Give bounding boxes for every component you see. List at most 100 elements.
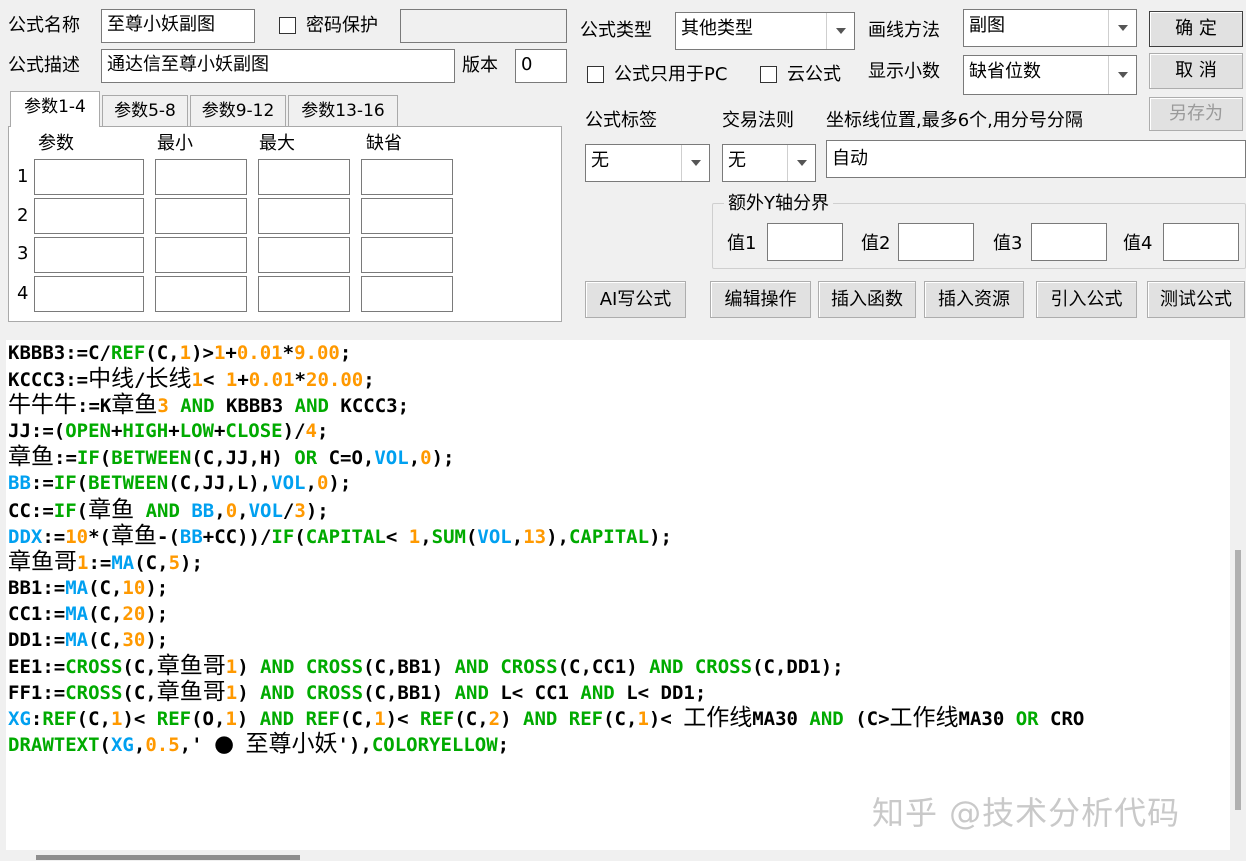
ok-button[interactable]: 确 定 bbox=[1149, 11, 1243, 47]
tab-params-9-12[interactable]: 参数9-12 bbox=[190, 95, 286, 127]
code-line: 章鱼哥1:=MA(C,5); bbox=[8, 549, 1084, 575]
decimals-label: 显示小数 bbox=[868, 61, 940, 82]
insert-resource-button[interactable]: 插入资源 bbox=[924, 281, 1024, 318]
cloud-checkbox[interactable] bbox=[760, 66, 777, 83]
horizontal-scrollbar[interactable] bbox=[0, 850, 1232, 861]
param-header-name: 参数 bbox=[38, 133, 74, 154]
tab-params-5-8[interactable]: 参数5-8 bbox=[102, 95, 188, 127]
formula-desc-input[interactable]: 通达信至尊小妖副图 bbox=[101, 49, 455, 83]
value2-label: 值2 bbox=[861, 233, 891, 254]
code-line-text: DRAWTEXT(XG,0.5,' ● 至尊小妖'),COLORYELLOW; bbox=[8, 731, 510, 758]
formula-tag-label: 公式标签 bbox=[585, 110, 657, 131]
param-default-input[interactable] bbox=[361, 237, 453, 273]
formula-type-value: 其他类型 bbox=[681, 18, 753, 39]
ai-write-formula-button[interactable]: AI写公式 bbox=[585, 281, 686, 318]
value2-input[interactable] bbox=[898, 223, 974, 261]
code-line: DRAWTEXT(XG,0.5,' ● 至尊小妖'),COLORYELLOW; bbox=[8, 731, 1084, 757]
param-default-input[interactable] bbox=[361, 276, 453, 312]
code-line-text: EE1:=CROSS(C,章鱼哥1) AND CROSS(C,BB1) AND … bbox=[8, 653, 844, 680]
trade-rule-select[interactable]: 无 bbox=[722, 144, 816, 182]
code-line-text: KBBB3:=C/REF(C,1)>1+0.01*9.00; bbox=[8, 342, 352, 364]
trade-rule-label: 交易法则 bbox=[722, 110, 794, 131]
code-line: 章鱼:=IF(BETWEEN(C,JJ,H) OR C=O,VOL,0); bbox=[8, 444, 1084, 470]
draw-method-select[interactable]: 副图 bbox=[963, 9, 1137, 47]
param-max-input[interactable] bbox=[258, 198, 350, 234]
param-name-input[interactable] bbox=[34, 198, 144, 234]
version-label: 版本 bbox=[462, 55, 498, 76]
param-header-default: 缺省 bbox=[366, 133, 402, 154]
chevron-down-icon[interactable] bbox=[787, 145, 815, 181]
draw-method-label: 画线方法 bbox=[868, 20, 940, 41]
param-name-input[interactable] bbox=[34, 159, 144, 195]
vertical-scrollbar-thumb[interactable] bbox=[1235, 550, 1241, 810]
code-line: CC:=IF(章鱼 AND BB,0,VOL/3); bbox=[8, 497, 1084, 523]
code-line-text: DDX:=10*(章鱼-(BB+CC))/IF(CAPITAL< 1,SUM(V… bbox=[8, 522, 672, 549]
formula-type-select[interactable]: 其他类型 bbox=[675, 12, 855, 50]
decimals-value: 缺省位数 bbox=[969, 61, 1041, 82]
value3-input[interactable] bbox=[1031, 223, 1107, 261]
value3-label: 值3 bbox=[993, 233, 1023, 254]
formula-name-input[interactable]: 至尊小妖副图 bbox=[101, 9, 255, 43]
code-line: CC1:=MA(C,20); bbox=[8, 601, 1084, 627]
code-line-text: 章鱼哥1:=MA(C,5); bbox=[8, 548, 203, 575]
cancel-button[interactable]: 取 消 bbox=[1149, 53, 1243, 89]
param-default-input[interactable] bbox=[361, 159, 453, 195]
param-header-max: 最大 bbox=[259, 133, 295, 154]
draw-method-value: 副图 bbox=[969, 15, 1005, 36]
pc-only-checkbox[interactable] bbox=[587, 66, 604, 83]
watermark: 知乎 @技术分析代码 bbox=[872, 794, 1181, 832]
param-min-input[interactable] bbox=[155, 276, 247, 312]
code-line: JJ:=(OPEN+HIGH+LOW+CLOSE)/4; bbox=[8, 418, 1084, 444]
code-line: BB1:=MA(C,10); bbox=[8, 575, 1084, 601]
chevron-down-icon[interactable] bbox=[1108, 10, 1136, 46]
chevron-down-icon[interactable] bbox=[1108, 56, 1136, 94]
param-row-index: 2 bbox=[17, 205, 29, 226]
param-default-input[interactable] bbox=[361, 198, 453, 234]
password-input[interactable] bbox=[400, 9, 567, 43]
chevron-down-icon[interactable] bbox=[826, 13, 854, 49]
test-formula-button[interactable]: 测试公式 bbox=[1147, 281, 1245, 318]
value4-input[interactable] bbox=[1163, 223, 1239, 261]
horizontal-scrollbar-thumb[interactable] bbox=[36, 855, 300, 860]
formula-type-label: 公式类型 bbox=[580, 20, 652, 41]
code-line-text: 牛牛牛:=K章鱼3 AND KBBB3 AND KCCC3; bbox=[8, 392, 410, 419]
code-text: KBBB3:=C/REF(C,1)>1+0.01*9.00; KCCC3:=中线/… bbox=[8, 340, 1084, 758]
tab-params-13-16[interactable]: 参数13-16 bbox=[288, 95, 398, 127]
param-max-input[interactable] bbox=[258, 276, 350, 312]
param-name-input[interactable] bbox=[34, 237, 144, 273]
version-input[interactable]: 0 bbox=[515, 49, 567, 83]
param-max-input[interactable] bbox=[258, 237, 350, 273]
code-line: FF1:=CROSS(C,章鱼哥1) AND CROSS(C,BB1) AND … bbox=[8, 679, 1084, 705]
edit-operation-button[interactable]: 编辑操作 bbox=[710, 281, 811, 318]
password-label: 密码保护 bbox=[306, 15, 378, 36]
code-line: BB:=IF(BETWEEN(C,JJ,L),VOL,0); bbox=[8, 470, 1084, 496]
password-checkbox[interactable] bbox=[279, 17, 296, 34]
param-row-index: 3 bbox=[17, 243, 29, 264]
chevron-down-icon[interactable] bbox=[681, 145, 709, 181]
value1-input[interactable] bbox=[767, 223, 843, 261]
param-min-input[interactable] bbox=[155, 198, 247, 234]
import-formula-button[interactable]: 引入公式 bbox=[1036, 281, 1137, 318]
save-as-button[interactable]: 另存为 bbox=[1149, 97, 1243, 131]
value1-label: 值1 bbox=[727, 233, 757, 254]
param-row-index: 4 bbox=[17, 283, 29, 304]
formula-desc-label: 公式描述 bbox=[8, 55, 80, 76]
param-row-index: 1 bbox=[17, 166, 29, 187]
insert-function-button[interactable]: 插入函数 bbox=[818, 281, 916, 318]
param-min-input[interactable] bbox=[155, 237, 247, 273]
code-line-text: DD1:=MA(C,30); bbox=[8, 629, 169, 652]
param-min-input[interactable] bbox=[155, 159, 247, 195]
code-line: DD1:=MA(C,30); bbox=[8, 627, 1084, 653]
vertical-scrollbar[interactable] bbox=[1232, 340, 1246, 861]
formula-tag-select[interactable]: 无 bbox=[585, 144, 710, 182]
param-name-input[interactable] bbox=[34, 276, 144, 312]
code-line: DDX:=10*(章鱼-(BB+CC))/IF(CAPITAL< 1,SUM(V… bbox=[8, 523, 1084, 549]
code-line-text: KCCC3:=中线/长线1< 1+0.01*20.00; bbox=[8, 366, 375, 393]
cloud-label: 云公式 bbox=[787, 64, 841, 85]
code-editor[interactable]: KBBB3:=C/REF(C,1)>1+0.01*9.00; KCCC3:=中线/… bbox=[6, 340, 1230, 850]
decimals-select[interactable]: 缺省位数 bbox=[963, 55, 1137, 95]
axis-line-input[interactable]: 自动 bbox=[826, 140, 1246, 178]
params-panel: 参数 最小 最大 缺省 1 2 3 4 bbox=[8, 126, 562, 322]
param-max-input[interactable] bbox=[258, 159, 350, 195]
tab-params-1-4[interactable]: 参数1-4 bbox=[10, 91, 100, 127]
